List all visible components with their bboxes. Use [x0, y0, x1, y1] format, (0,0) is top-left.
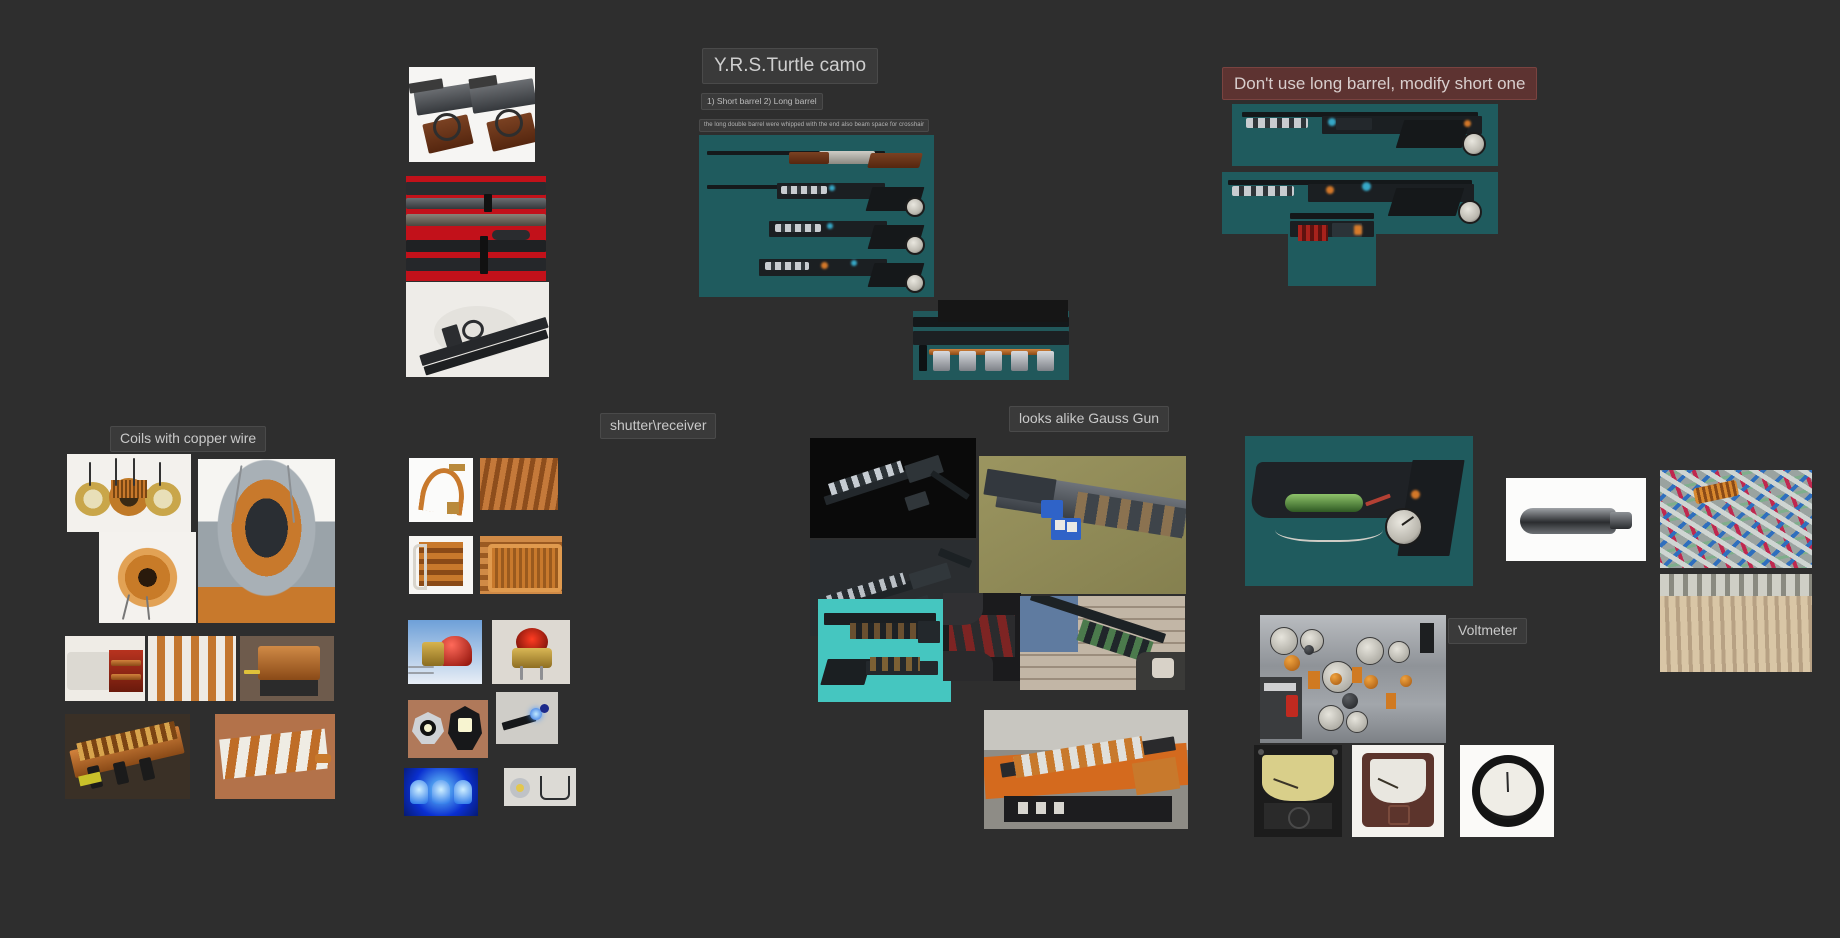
tile-blue-leds[interactable]: [404, 768, 478, 816]
tile-red-led-2[interactable]: [492, 620, 570, 684]
note-voltmeter: Voltmeter: [1448, 618, 1528, 644]
note-turtle-camo: Y.R.S.Turtle camo: [702, 48, 879, 84]
tile-wire-loom[interactable]: [1660, 574, 1812, 672]
tile-toroid-single[interactable]: [99, 532, 196, 623]
tile-voltmeter-3[interactable]: [1460, 745, 1554, 837]
tile-wire-tangle[interactable]: [1660, 470, 1812, 568]
tile-copper-plate[interactable]: [480, 536, 562, 594]
tile-copper-pipes[interactable]: [480, 458, 558, 510]
tile-shotgun-receivers[interactable]: [409, 67, 535, 162]
tile-muzzle-closeup[interactable]: [406, 282, 549, 377]
tile-barrels-red-case[interactable]: [406, 176, 546, 281]
tile-coil-assembly-1[interactable]: [65, 636, 145, 701]
tile-led-parts[interactable]: [504, 768, 576, 806]
tile-stock-electronics[interactable]: [1245, 436, 1473, 586]
tile-coil-assembly-4[interactable]: [65, 714, 190, 799]
note-gauss-gun: looks alike Gauss Gun: [1009, 406, 1170, 432]
tile-breech-coils-frame: [938, 300, 1068, 322]
tile-co2-cartridge[interactable]: [1506, 478, 1646, 561]
tile-led-lit[interactable]: [496, 692, 558, 744]
tile-coilgun-bench[interactable]: [984, 710, 1188, 829]
tile-gauss-hands[interactable]: [943, 593, 1021, 681]
tile-control-panel[interactable]: [1260, 615, 1446, 743]
tile-copper-radiator[interactable]: [409, 536, 473, 594]
tile-gauss-outdoor[interactable]: [1020, 596, 1185, 690]
tile-star-leds[interactable]: [408, 700, 488, 758]
tile-toroid-bank[interactable]: [67, 454, 191, 532]
tile-red-led-1[interactable]: [408, 620, 482, 684]
tile-camo-variants[interactable]: [699, 135, 934, 297]
tile-stator[interactable]: [198, 459, 335, 623]
tile-voltmeter-2[interactable]: [1352, 745, 1444, 837]
tile-coil-assembly-2[interactable]: [148, 636, 236, 701]
note-barrel-detail: the long double barrel were whipped with…: [699, 119, 930, 132]
note-dont-use-long-barrel: Don't use long barrel, modify short one: [1222, 67, 1538, 101]
tile-long-barrel-a[interactable]: [1232, 104, 1498, 166]
note-barrel-options: 1) Short barrel 2) Long barrel: [701, 93, 823, 110]
reference-board: Y.R.S.Turtle camo 1) Short barrel 2) Lon…: [0, 0, 1840, 938]
tile-short-barrel[interactable]: [1288, 205, 1376, 286]
tile-gauss-teal[interactable]: [818, 599, 951, 702]
tile-coil-assembly-3[interactable]: [240, 636, 334, 701]
note-coils-copper-wire: Coils with copper wire: [110, 426, 267, 452]
tile-coil-assembly-5[interactable]: [215, 714, 335, 799]
note-shutter-receiver: shutter\receiver: [600, 413, 717, 439]
tile-voltmeter-1[interactable]: [1254, 745, 1342, 837]
tile-gauss-photo[interactable]: [979, 456, 1186, 594]
tile-gauss-black[interactable]: [810, 438, 976, 538]
tile-copper-tube[interactable]: [409, 458, 473, 522]
